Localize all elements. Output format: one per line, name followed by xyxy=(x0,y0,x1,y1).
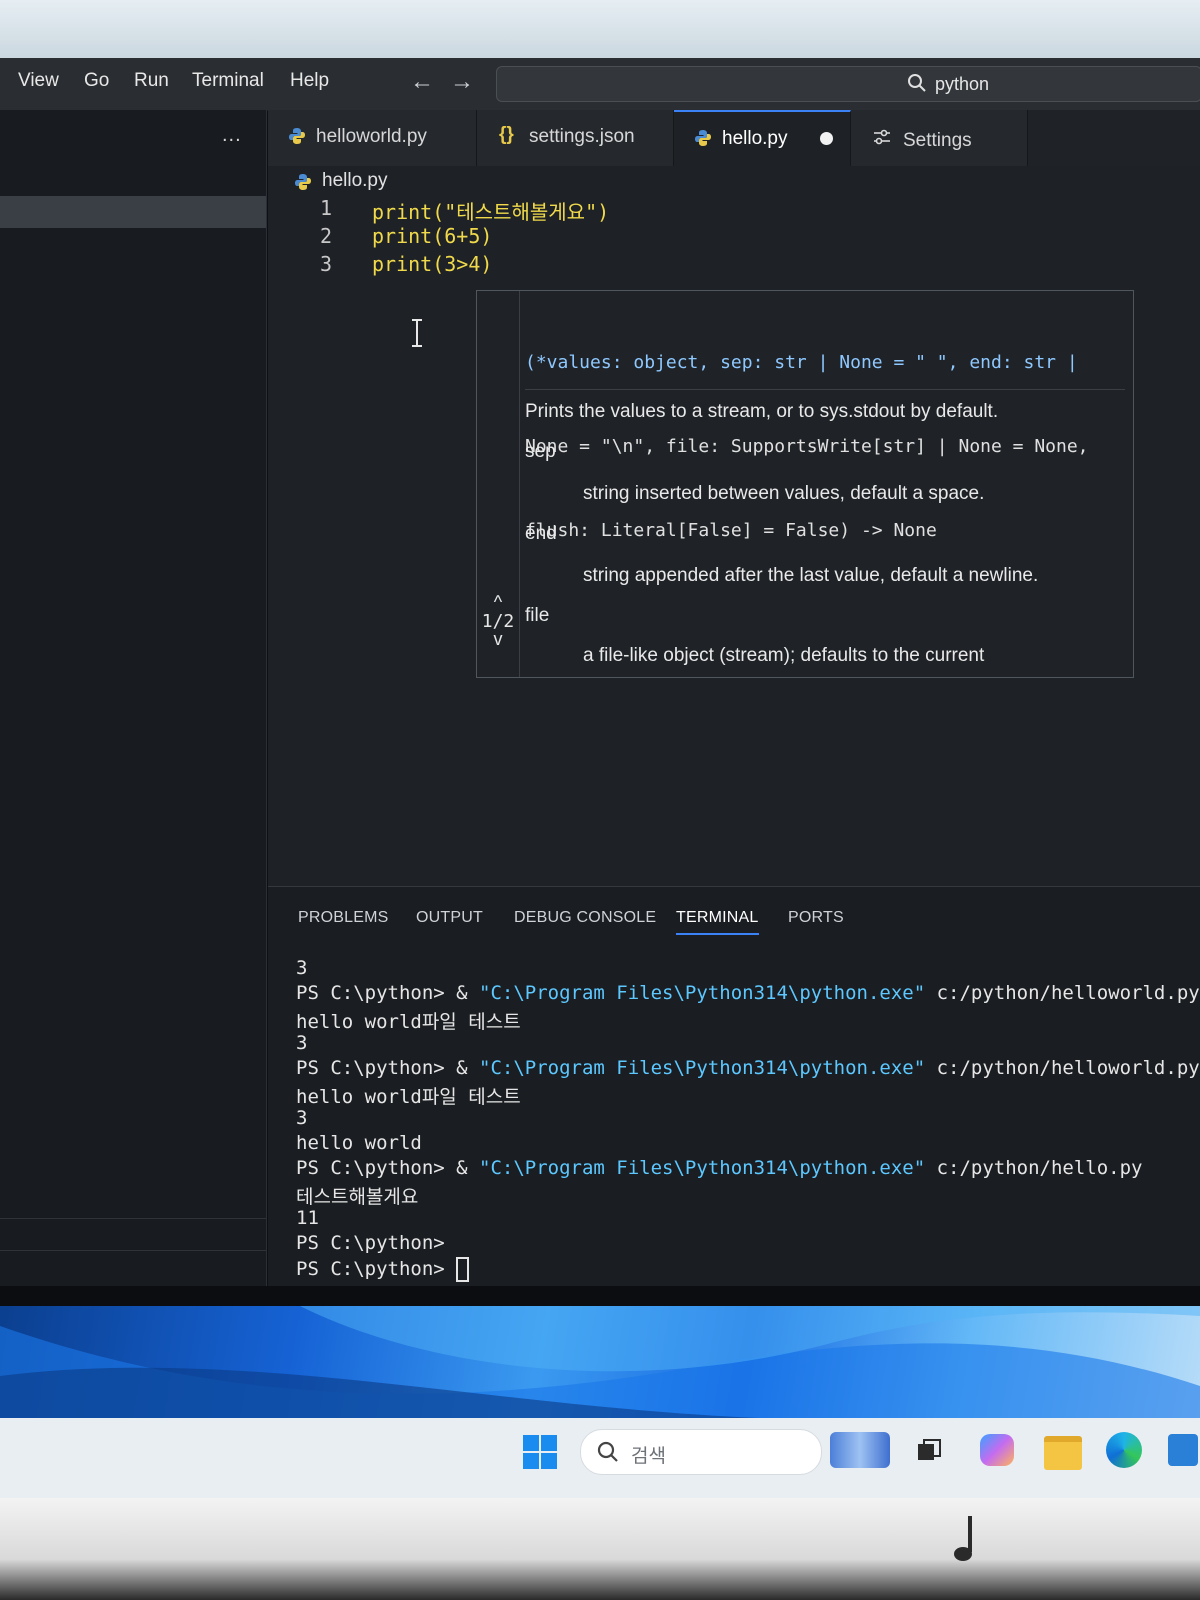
menu-help[interactable]: Help xyxy=(290,70,329,92)
doc-param-name: file xyxy=(525,605,550,626)
signature-line: flush: Literal[False] = False) -> None xyxy=(525,520,937,541)
code-text: print(3>4) xyxy=(372,252,493,276)
code-line[interactable]: 3 print(3>4) xyxy=(268,252,1168,280)
signature-help-popup[interactable]: ^ 1/2 v (*values: object, sep: str | Non… xyxy=(476,290,1134,678)
monitor-stand xyxy=(0,1498,1200,1600)
code-text: print("테스트해볼게요") xyxy=(372,200,610,224)
line-number: 3 xyxy=(319,252,332,276)
task-view-icon[interactable] xyxy=(916,1438,942,1464)
windows-start-icon[interactable] xyxy=(522,1434,558,1470)
python-icon xyxy=(695,130,711,146)
search-icon xyxy=(597,1441,618,1462)
terminal-line: PS C:\python> & "C:\Program Files\Python… xyxy=(296,1157,1143,1179)
explorer-sidebar: ... xyxy=(0,110,267,1286)
menu-run[interactable]: Run xyxy=(134,70,169,92)
json-braces-icon: {} xyxy=(499,124,514,145)
search-query-text: python xyxy=(935,74,990,94)
signature-pager[interactable]: ^ 1/2 v xyxy=(477,593,519,650)
breadcrumb-file: hello.py xyxy=(322,170,388,191)
desktop-wallpaper xyxy=(0,1306,1200,1418)
terminal-line: 테스트해볼게요 xyxy=(296,1186,419,1208)
monitor-bezel xyxy=(0,1286,1200,1308)
taskbar-search[interactable]: 검색 xyxy=(580,1429,822,1475)
music-note-logo-icon xyxy=(954,1516,972,1561)
more-actions-icon[interactable]: ... xyxy=(222,124,242,147)
code-editor[interactable]: hello.py 1 print("테스트해볼게요") 2 print(6+5)… xyxy=(268,166,1200,886)
doc-param-desc: string inserted between values, default … xyxy=(583,483,985,504)
terminal-prompt-line[interactable]: PS C:\python> xyxy=(296,1257,1196,1282)
tab-problems[interactable]: PROBLEMS xyxy=(298,909,389,927)
text-cursor-ibeam-icon xyxy=(412,319,422,347)
terminal-line: PS C:\python> xyxy=(296,1232,445,1254)
menu-bar: View Go Run Terminal Help ← → python xyxy=(0,58,1200,111)
code-line[interactable]: 1 print("테스트해볼게요") xyxy=(268,196,1168,224)
chevron-up-icon[interactable]: ^ xyxy=(477,593,519,611)
terminal-cursor xyxy=(456,1257,470,1282)
file-explorer-icon[interactable] xyxy=(1044,1436,1082,1470)
terminal-output[interactable]: 3 PS C:\python> & "C:\Program Files\Pyth… xyxy=(296,957,1200,1282)
line-number: 1 xyxy=(319,196,332,220)
terminal-line: PS C:\python> & "C:\Program Files\Python… xyxy=(296,1057,1200,1079)
edge-browser-icon[interactable] xyxy=(1106,1432,1142,1468)
back-arrow-icon[interactable]: ← xyxy=(410,68,434,96)
chevron-down-icon[interactable]: v xyxy=(477,630,519,650)
command-center-search[interactable]: python xyxy=(496,66,1200,102)
doc-param-desc: a file-like object (stream); defaults to… xyxy=(583,645,985,666)
doc-param-desc: string appended after the last value, de… xyxy=(583,565,1039,586)
photo-glare xyxy=(0,0,1200,62)
store-icon[interactable] xyxy=(1168,1434,1198,1466)
python-icon xyxy=(295,174,311,190)
menu-terminal[interactable]: Terminal xyxy=(192,70,264,92)
sidebar-selected-row[interactable] xyxy=(0,196,266,228)
tab-debug-console[interactable]: DEBUG CONSOLE xyxy=(514,909,656,927)
python-icon xyxy=(289,128,305,144)
tab-terminal[interactable]: TERMINAL xyxy=(676,909,759,935)
tab-label: Settings xyxy=(903,130,972,151)
tab-label: hello.py xyxy=(722,128,788,149)
tab-label: helloworld.py xyxy=(316,126,427,147)
tab-hello-py[interactable]: hello.py xyxy=(674,110,851,168)
tab-label: settings.json xyxy=(529,126,635,147)
tab-helloworld-py[interactable]: helloworld.py xyxy=(268,110,477,166)
code-text: print(6+5) xyxy=(372,224,493,248)
code-line[interactable]: 2 print(6+5) xyxy=(268,224,1168,252)
terminal-line: hello world xyxy=(296,1132,422,1154)
terminal-line: 3 xyxy=(296,1032,308,1054)
doc-param-name: end xyxy=(525,523,557,544)
sidebar-divider xyxy=(0,1218,266,1219)
copilot-icon[interactable] xyxy=(980,1434,1014,1466)
function-signature: (*values: object, sep: str | None = " ",… xyxy=(525,293,1125,541)
terminal-line: 3 xyxy=(296,957,308,979)
signature-line: None = "\n", file: SupportsWrite[str] | … xyxy=(525,436,1089,457)
signature-line: (*values: object, sep: str | None = " ",… xyxy=(525,352,1078,373)
unsaved-dot-icon[interactable] xyxy=(820,132,833,145)
search-icon xyxy=(908,74,926,92)
tab-settings[interactable]: Settings xyxy=(851,110,1028,166)
taskbar-search-placeholder: 검색 xyxy=(631,1446,666,1467)
forward-arrow-icon[interactable]: → xyxy=(450,68,474,96)
terminal-line: 11 xyxy=(296,1207,319,1229)
terminal-line: hello world파일 테스트 xyxy=(296,1011,521,1033)
tab-settings-json[interactable]: {} settings.json xyxy=(477,110,674,166)
terminal-line: PS C:\python> & "C:\Program Files\Python… xyxy=(296,982,1200,1004)
bottom-panel: PROBLEMS OUTPUT DEBUG CONSOLE TERMINAL P… xyxy=(268,886,1200,1287)
editor-tab-bar: helloworld.py {} settings.json hello.py … xyxy=(268,110,1200,168)
settings-sliders-icon xyxy=(874,129,890,145)
wallpaper-swirl xyxy=(0,1306,1200,1418)
doc-summary: Prints the values to a stream, or to sys… xyxy=(525,401,999,422)
widgets-icon[interactable] xyxy=(830,1432,890,1468)
terminal-line: hello world파일 테스트 xyxy=(296,1086,521,1108)
line-number: 2 xyxy=(319,224,332,248)
doc-param-name: sep xyxy=(525,441,556,462)
windows-taskbar: 검색 xyxy=(0,1418,1200,1498)
tab-ports[interactable]: PORTS xyxy=(788,909,844,927)
menu-view[interactable]: View xyxy=(18,70,59,92)
menu-go[interactable]: Go xyxy=(84,70,109,92)
terminal-line: 3 xyxy=(296,1107,308,1129)
sidebar-divider xyxy=(0,1250,266,1251)
tab-output[interactable]: OUTPUT xyxy=(416,909,483,927)
